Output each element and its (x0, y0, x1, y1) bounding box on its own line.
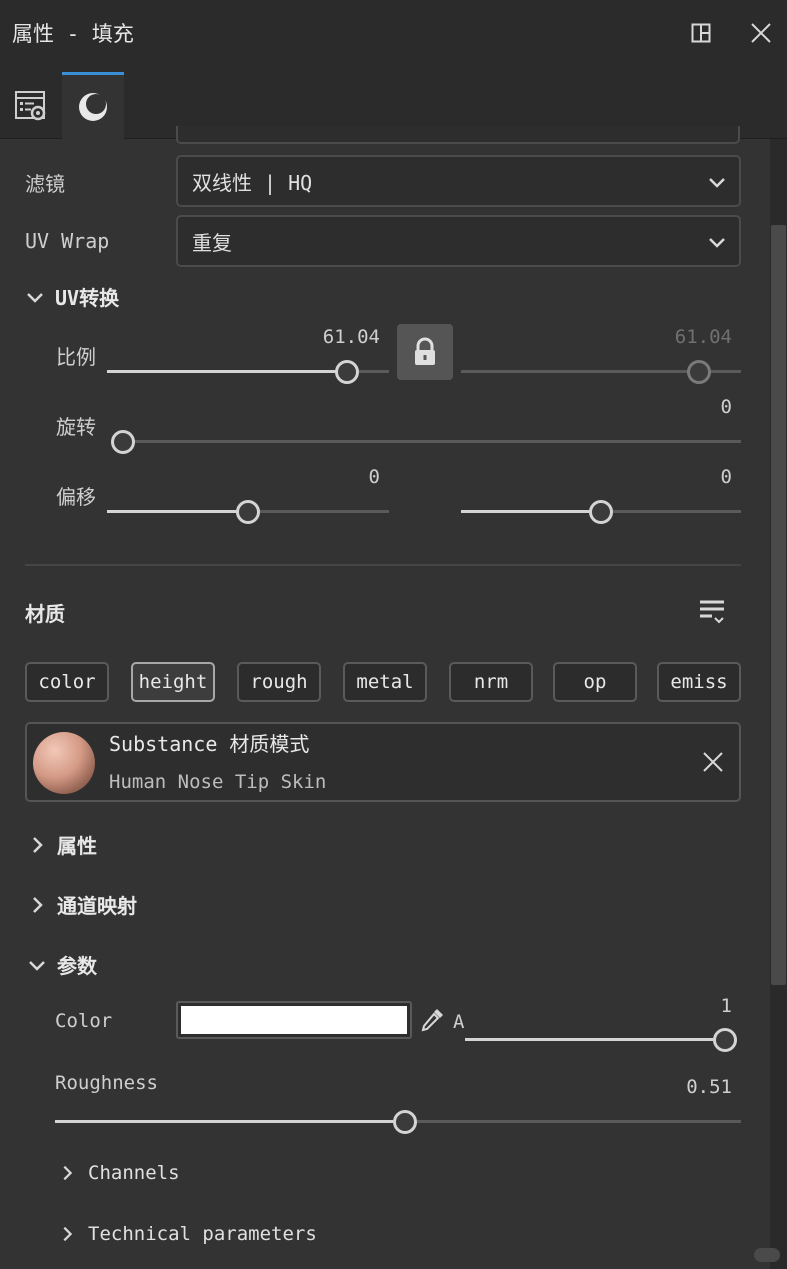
scale-x-knob[interactable] (335, 360, 359, 384)
scale-label: 比例 (56, 345, 96, 369)
settings-list-icon (15, 90, 46, 120)
chevron-down-icon (27, 292, 43, 303)
scale-y-value: 61.04 (674, 326, 732, 348)
alpha-value: 1 (720, 995, 732, 1017)
technical-subsection-title: Technical parameters (88, 1223, 317, 1245)
scale-x-value: 61.04 (322, 326, 380, 348)
filter-label: 滤镜 (25, 172, 65, 196)
parameters-section-title: 参数 (57, 954, 97, 978)
scrollbar-thumb[interactable] (771, 225, 786, 985)
rotation-label: 旋转 (56, 415, 96, 439)
uv-wrap-label: UV Wrap (25, 229, 110, 253)
previous-dropdown-edge[interactable] (176, 126, 740, 144)
chevron-right-icon (63, 1226, 73, 1242)
chevron-down-icon (709, 178, 725, 188)
alpha-label: A (453, 1011, 465, 1033)
remove-material-icon[interactable] (702, 751, 724, 778)
rotation-value: 0 (720, 396, 732, 418)
filter-value: 双线性 | HQ (192, 170, 313, 195)
offset-label: 偏移 (56, 485, 96, 509)
material-card-title: Substance 材质模式 (109, 732, 310, 756)
color-param-label: Color (55, 1010, 113, 1032)
material-card-subtitle: Human Nose Tip Skin (109, 771, 327, 793)
uv-wrap-dropdown[interactable]: 重复 (176, 215, 741, 267)
channel-button-op[interactable]: op (553, 662, 637, 702)
channel-mapping-section-title: 通道映射 (57, 894, 137, 918)
section-divider (25, 564, 741, 566)
material-title: 材质 (25, 602, 65, 626)
close-icon[interactable] (746, 18, 776, 48)
channels-subsection-header[interactable]: Channels (58, 1162, 180, 1184)
chevron-right-icon (33, 896, 43, 913)
offset-x-knob[interactable] (236, 500, 260, 524)
offset-y-knob[interactable] (589, 500, 613, 524)
uv-wrap-value: 重复 (192, 230, 232, 255)
chevron-down-icon (709, 238, 725, 248)
dock-layout-icon[interactable] (686, 18, 716, 48)
offset-x-value: 0 (368, 466, 380, 488)
roughness-value: 0.51 (686, 1076, 732, 1098)
chevron-right-icon (63, 1165, 73, 1181)
lock-icon (415, 337, 435, 365)
watermark-badge (754, 1248, 780, 1262)
material-preview-thumbnail (33, 732, 95, 794)
channel-mapping-section-header[interactable]: 通道映射 (27, 890, 137, 919)
color-swatch[interactable] (176, 1001, 412, 1039)
channel-button-height[interactable]: height (131, 662, 215, 702)
lock-ratio-button[interactable] (397, 324, 453, 380)
tab-settings[interactable] (0, 72, 62, 139)
channels-subsection-title: Channels (88, 1162, 180, 1184)
chevron-right-icon (33, 836, 43, 853)
scale-y-knob[interactable] (687, 360, 711, 384)
alpha-knob[interactable] (713, 1028, 737, 1052)
roughness-label: Roughness (55, 1072, 158, 1094)
tab-material[interactable] (62, 72, 124, 139)
technical-subsection-header[interactable]: Technical parameters (58, 1223, 317, 1245)
roughness-knob[interactable] (393, 1110, 417, 1134)
properties-section-title: 属性 (57, 834, 97, 858)
parameters-section-header[interactable]: 参数 (27, 950, 97, 979)
chevron-down-icon (29, 960, 45, 971)
uv-transform-header[interactable]: UV转换 (25, 282, 119, 311)
channel-button-nrm[interactable]: nrm (449, 662, 533, 702)
uv-transform-title: UV转换 (55, 286, 120, 310)
filter-dropdown[interactable]: 双线性 | HQ (176, 155, 741, 207)
offset-y-value: 0 (720, 466, 732, 488)
channel-button-metal[interactable]: metal (343, 662, 427, 702)
channel-button-emiss[interactable]: emiss (657, 662, 741, 702)
sphere-material-icon (79, 93, 107, 121)
channel-button-rough[interactable]: rough (237, 662, 321, 702)
window-title: 属性 - 填充 (12, 22, 134, 46)
eyedropper-icon[interactable] (420, 1006, 446, 1039)
rotation-knob[interactable] (111, 430, 135, 454)
properties-section-header[interactable]: 属性 (27, 830, 97, 859)
channel-button-color[interactable]: color (25, 662, 109, 702)
channel-list-menu-icon[interactable] (698, 598, 728, 633)
